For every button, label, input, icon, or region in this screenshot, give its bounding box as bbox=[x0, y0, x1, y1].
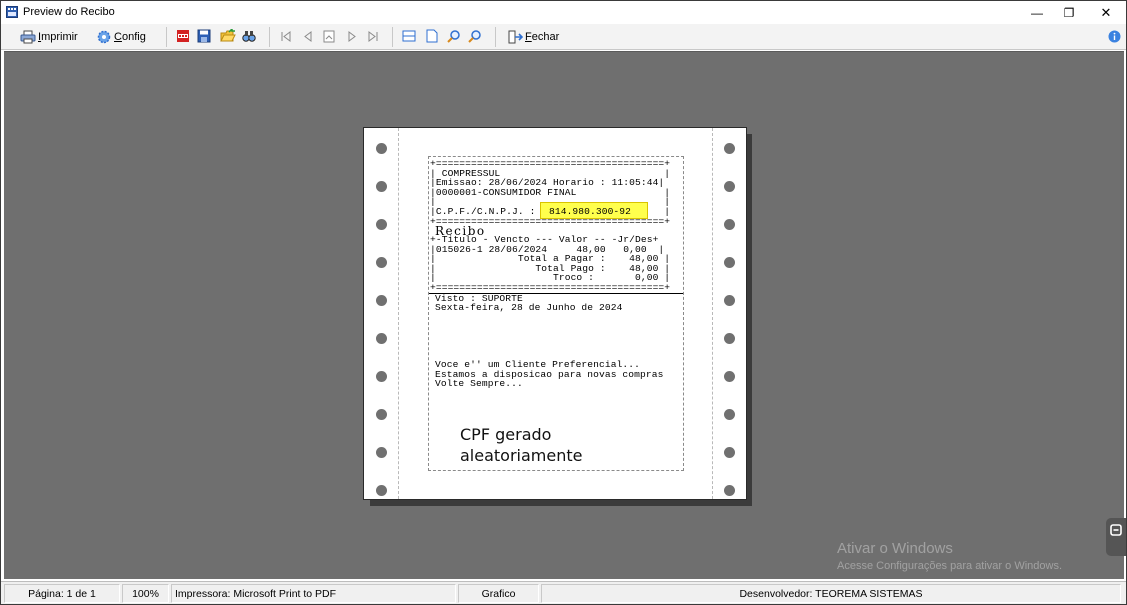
info-icon[interactable] bbox=[1108, 30, 1121, 43]
toolbar-separator bbox=[166, 27, 167, 47]
annotation-line-2: aleatoriamente bbox=[460, 446, 583, 465]
status-developer: Desenvolvedor: TEOREMA SISTEMAS bbox=[541, 584, 1121, 603]
close-window-button[interactable]: ✕ bbox=[1086, 1, 1126, 24]
annotation-line-1: CPF gerado bbox=[460, 425, 552, 444]
first-page-icon[interactable] bbox=[280, 31, 292, 42]
title-bar: Preview do Recibo — ❐ ✕ bbox=[1, 1, 1126, 24]
save-icon[interactable] bbox=[197, 29, 211, 43]
perforation-hole bbox=[724, 181, 735, 192]
status-page: Página: 1 de 1 bbox=[4, 584, 120, 603]
printer-icon bbox=[20, 30, 36, 44]
perforation-hole bbox=[724, 257, 735, 268]
side-panel-tab[interactable] bbox=[1106, 518, 1126, 556]
zoom-in-icon[interactable] bbox=[447, 29, 461, 43]
prev-page-icon[interactable] bbox=[303, 31, 313, 42]
status-zoom: 100% bbox=[122, 584, 169, 603]
open-folder-icon[interactable] bbox=[220, 29, 236, 43]
perforation-hole bbox=[724, 485, 735, 496]
close-preview-button[interactable]: Fechar bbox=[507, 27, 559, 47]
toolbar: Imprimir Config F echar bbox=[1, 24, 1126, 50]
perforation-hole bbox=[724, 333, 735, 344]
perforation-hole bbox=[724, 409, 735, 420]
perforation-hole bbox=[376, 143, 387, 154]
toolbar-separator bbox=[269, 27, 270, 47]
close-label: F bbox=[525, 31, 532, 43]
perforation-hole bbox=[376, 447, 387, 458]
whole-page-icon[interactable] bbox=[426, 29, 438, 43]
restore-button[interactable]: ❐ bbox=[1049, 1, 1089, 24]
next-page-icon[interactable] bbox=[347, 31, 357, 42]
gear-icon bbox=[97, 30, 111, 44]
print-label-rest: mprimir bbox=[41, 31, 78, 43]
status-printer: Impressora: Microsoft Print to PDF bbox=[171, 584, 456, 603]
collapse-icon bbox=[1110, 524, 1122, 536]
perforation-hole bbox=[724, 295, 735, 306]
window-title: Preview do Recibo bbox=[23, 6, 115, 18]
close-label-rest: echar bbox=[531, 31, 560, 43]
perforation-hole bbox=[376, 181, 387, 192]
tractor-feed-line bbox=[398, 128, 399, 499]
perforation-hole bbox=[376, 219, 387, 230]
status-bar: Página: 1 de 1 100% Impressora: Microsof… bbox=[1, 581, 1126, 604]
print-button[interactable]: Imprimir bbox=[20, 27, 78, 47]
perforation-hole bbox=[724, 371, 735, 382]
find-icon[interactable] bbox=[242, 29, 256, 43]
receipt-app-icon bbox=[6, 6, 18, 18]
perforation-hole bbox=[376, 333, 387, 344]
receipt-items-block: +-Titulo - Vencto --- Valor -- -Jr/Des+ … bbox=[430, 234, 671, 293]
config-label-rest: onfig bbox=[121, 31, 146, 43]
receipt-footer-message: Voce e'' um Cliente Preferencial... Esta… bbox=[435, 359, 664, 390]
date-line: Sexta-feira, 28 de Junho de 2024 bbox=[435, 302, 623, 313]
pdf-icon[interactable] bbox=[176, 29, 190, 43]
goto-page-icon[interactable] bbox=[323, 30, 335, 43]
exit-icon bbox=[508, 30, 523, 44]
toolbar-separator bbox=[392, 27, 393, 47]
annotation-note: CPF gerado aleatoriamente bbox=[460, 424, 582, 466]
perforation-hole bbox=[376, 295, 387, 306]
activation-subtitle: Acesse Configurações para ativar o Windo… bbox=[837, 560, 1062, 572]
perforation-hole bbox=[376, 257, 387, 268]
status-mode: Grafico bbox=[458, 584, 539, 603]
activation-watermark: Ativar o Windows Acesse Configurações pa… bbox=[837, 540, 1062, 572]
zoom-out-icon[interactable] bbox=[468, 29, 482, 43]
toolbar-separator bbox=[495, 27, 496, 47]
perforation-hole bbox=[724, 143, 735, 154]
perforation-hole bbox=[724, 447, 735, 458]
perforation-hole bbox=[724, 219, 735, 230]
cpf-value: 814.980.300-92 bbox=[549, 206, 632, 217]
perforation-hole bbox=[376, 409, 387, 420]
tractor-feed-line bbox=[712, 128, 713, 499]
page-width-icon[interactable] bbox=[402, 29, 416, 43]
config-label: C bbox=[114, 31, 122, 43]
perforation-hole bbox=[376, 485, 387, 496]
preview-window: Preview do Recibo — ❐ ✕ Imprimir Config bbox=[0, 0, 1127, 605]
perforation-hole bbox=[376, 371, 387, 382]
config-button[interactable]: Config bbox=[97, 27, 146, 47]
last-page-icon[interactable] bbox=[367, 31, 379, 42]
activation-title: Ativar o Windows bbox=[837, 540, 953, 557]
